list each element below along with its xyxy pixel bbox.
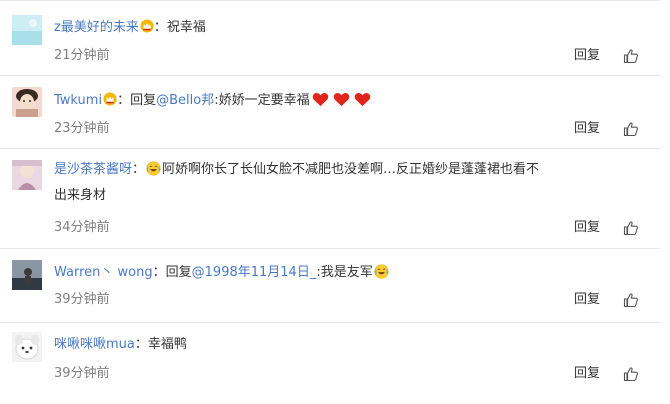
comment-line: Warren丶 wong：回复@1998年11月14日_:我是友军 xyxy=(54,263,390,283)
heart-icon xyxy=(312,92,329,107)
mention-link[interactable]: @Bello邦 xyxy=(156,93,214,108)
comment-text-line1: 阿娇啊你长了长仙女脸不减肥也没差啊…反正婚纱是蓬蓬裙也看不 xyxy=(162,162,540,177)
laugh-cry-emoji-icon xyxy=(146,160,161,175)
heart-icon xyxy=(333,92,350,107)
vip-crown-icon xyxy=(103,92,117,106)
timestamp: 39分钟前 xyxy=(54,366,110,381)
comment-line: Twkumi ：回复@Bello邦:娇娇一定要幸福 xyxy=(54,91,373,111)
comment-text: 祝幸福 xyxy=(166,20,206,35)
reply-button[interactable]: 回复 xyxy=(574,219,600,237)
separator: ： xyxy=(134,337,148,352)
comment-line: z最美好的未来 ：祝幸福 xyxy=(54,18,206,38)
separator: ： xyxy=(117,93,131,108)
mention-link[interactable]: @1998年11月14日_ xyxy=(192,265,317,280)
separator: ： xyxy=(132,162,146,177)
reply-button[interactable]: 回复 xyxy=(574,120,600,138)
comment-item: Twkumi ：回复@Bello邦:娇娇一定要幸福 23分钟前 回复 xyxy=(0,75,670,145)
comment-text: 幸福鸭 xyxy=(147,337,187,352)
username-link[interactable]: 是沙茶茶酱呀 xyxy=(54,162,132,177)
thumb-up-icon[interactable] xyxy=(623,220,639,236)
avatar[interactable] xyxy=(12,87,42,117)
vip-crown-icon xyxy=(140,19,154,33)
comment-item: Warren丶 wong：回复@1998年11月14日_:我是友军 39分钟前 … xyxy=(0,248,670,322)
separator: ： xyxy=(152,265,166,280)
comment-body: 是沙茶茶酱呀： 阿娇啊你长了长仙女脸不减肥也没差啊…反正婚纱是蓬蓬裙也看不 出来身… xyxy=(54,157,654,209)
username-link[interactable]: z最美好的未来 xyxy=(54,20,139,35)
comment-text: :我是友军 xyxy=(316,265,373,280)
comment-item: 是沙茶茶酱呀： 阿娇啊你长了长仙女脸不减肥也没差啊…反正婚纱是蓬蓬裙也看不 出来身… xyxy=(0,148,670,248)
username-link[interactable]: 咪啾咪啾mua xyxy=(54,337,135,352)
thumb-up-icon[interactable] xyxy=(623,292,639,308)
avatar[interactable] xyxy=(12,260,42,290)
username-link[interactable]: Warren丶 wong xyxy=(54,265,153,280)
reply-button[interactable]: 回复 xyxy=(574,47,600,65)
timestamp: 34分钟前 xyxy=(54,220,110,235)
comment-line: 咪啾咪啾mua：幸福鸭 xyxy=(54,335,187,355)
reply-prefix: 回复 xyxy=(165,265,192,280)
reply-button[interactable]: 回复 xyxy=(574,365,600,383)
timestamp: 21分钟前 xyxy=(54,48,110,63)
avatar[interactable] xyxy=(12,160,42,190)
laugh-cry-emoji-icon xyxy=(374,264,389,279)
avatar[interactable] xyxy=(12,15,42,45)
timestamp: 39分钟前 xyxy=(54,292,110,307)
comment-text: :娇娇一定要幸福 xyxy=(214,93,310,108)
comment-item: 咪啾咪啾mua：幸福鸭 39分钟前 回复 xyxy=(0,322,670,404)
thumb-up-icon[interactable] xyxy=(623,366,639,382)
thumb-up-icon[interactable] xyxy=(623,121,639,137)
avatar[interactable] xyxy=(12,332,42,362)
comment-item: z最美好的未来 ：祝幸福 21分钟前 回复 xyxy=(0,0,670,70)
timestamp: 23分钟前 xyxy=(54,121,110,136)
comment-text-line2: 出来身材 xyxy=(54,188,107,203)
thumb-up-icon[interactable] xyxy=(623,48,639,64)
heart-icon xyxy=(354,92,371,107)
reply-prefix: 回复 xyxy=(130,93,157,108)
separator: ： xyxy=(153,20,167,35)
username-link[interactable]: Twkumi xyxy=(54,93,102,108)
reply-button[interactable]: 回复 xyxy=(574,291,600,309)
